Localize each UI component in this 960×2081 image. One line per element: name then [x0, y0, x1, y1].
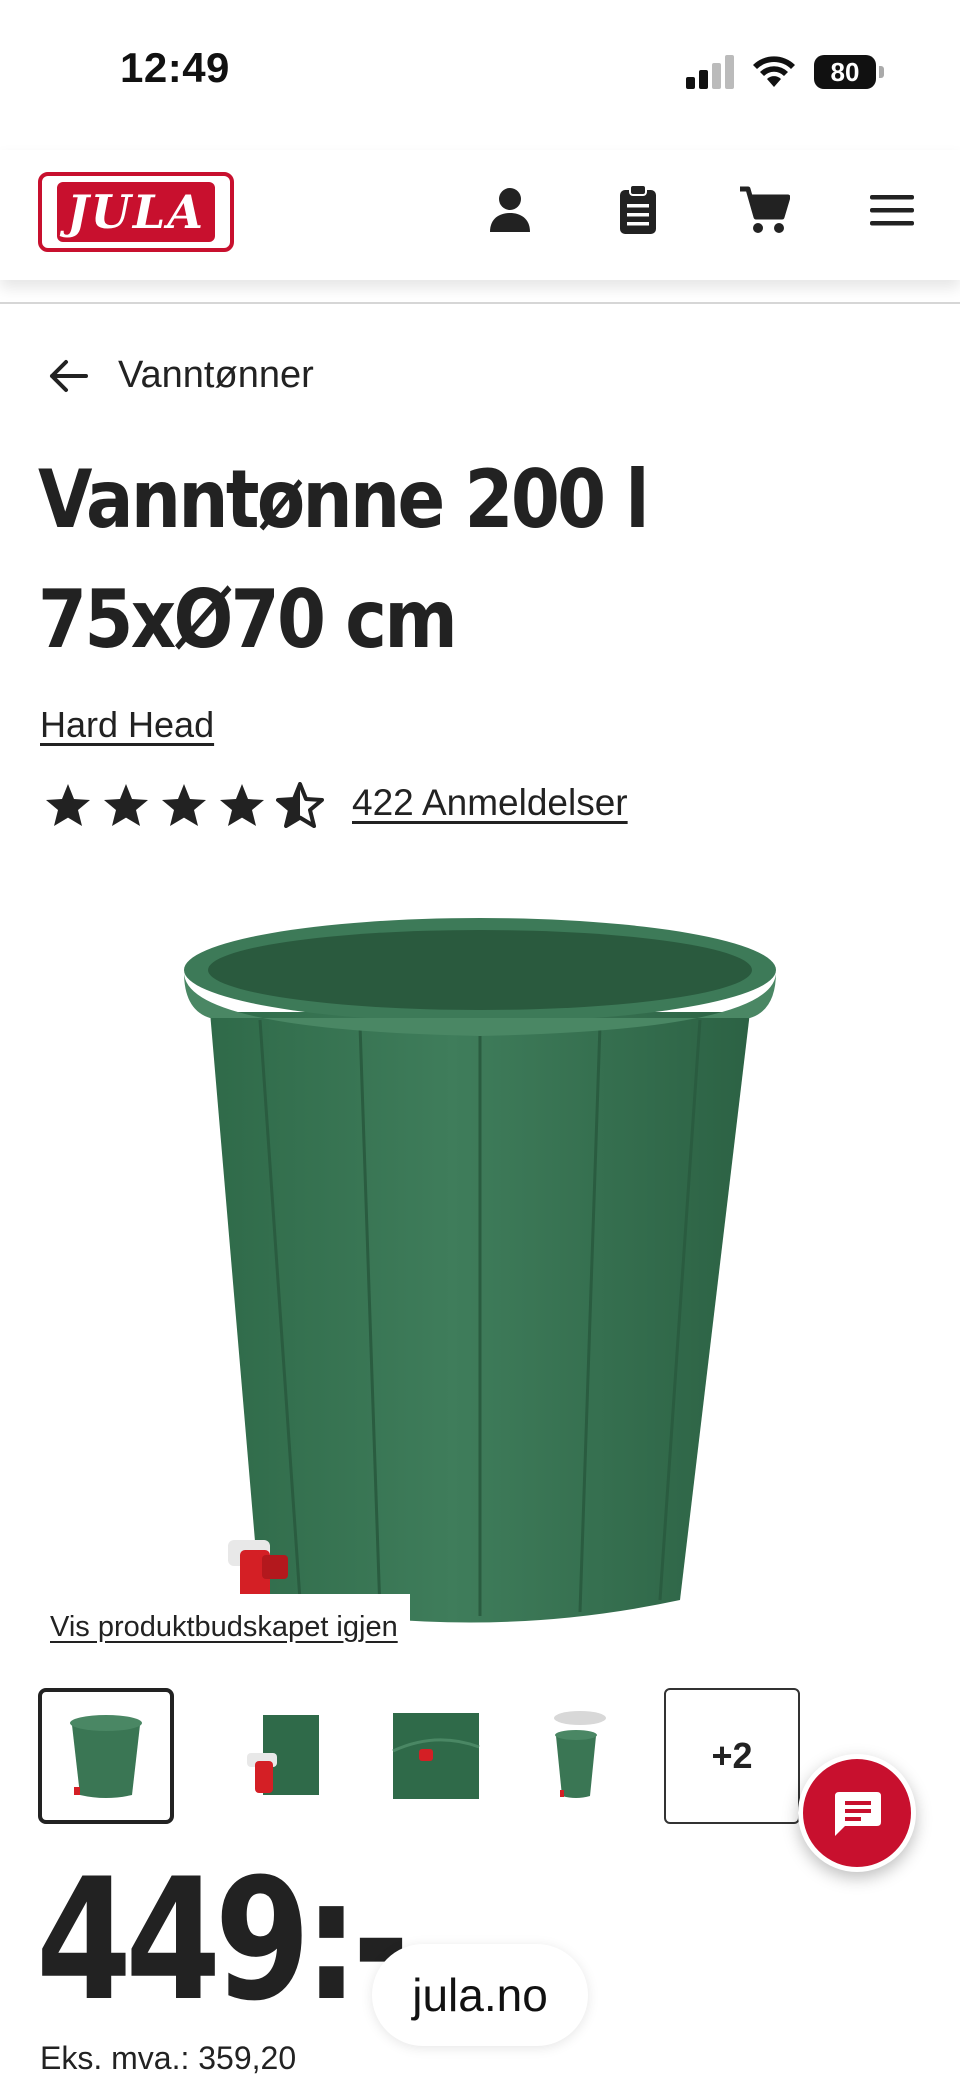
menu-icon: [870, 195, 914, 226]
header-divider: [0, 302, 960, 304]
thumbnail-1[interactable]: [38, 1688, 174, 1824]
jula-logo[interactable]: JULA: [38, 172, 234, 252]
url-pill[interactable]: jula.no: [372, 1944, 588, 2046]
star-full-icon: [46, 784, 90, 826]
battery-indicator: 80: [814, 55, 884, 89]
barrel-lid-thumbnail: [554, 1711, 606, 1798]
reviews-link[interactable]: 422 Anmeldelser: [352, 782, 628, 824]
signal-icon: [686, 55, 734, 89]
cart-button[interactable]: [734, 180, 794, 240]
star-half-icon: [276, 782, 324, 828]
star-full-icon: [220, 784, 264, 826]
detail-thumbnail: [392, 1713, 480, 1799]
thumbnail-3[interactable]: [368, 1688, 504, 1824]
clipboard-icon: [620, 184, 656, 234]
brand-link[interactable]: Hard Head: [40, 704, 214, 746]
logo-text: JULA: [57, 182, 215, 242]
thumbnail-2[interactable]: [210, 1688, 346, 1824]
more-images-button[interactable]: +2: [664, 1688, 800, 1824]
star-full-icon: [162, 784, 206, 826]
menu-button[interactable]: [862, 180, 922, 240]
cart-icon: [740, 186, 790, 233]
show-product-message-link[interactable]: Vis produktbudskapet igjen: [38, 1594, 410, 1660]
status-icons: 80: [686, 52, 884, 92]
product-title: Vanntønne 200 l 75xØ70 cm: [38, 453, 650, 666]
user-icon: [490, 188, 530, 232]
star-full-icon: [104, 784, 148, 826]
rating-stars[interactable]: [44, 782, 324, 828]
chat-button[interactable]: [798, 1754, 916, 1872]
back-arrow-icon[interactable]: [46, 354, 90, 398]
barrel-thumbnail: [70, 1715, 142, 1798]
tap-thumbnail: [247, 1715, 319, 1795]
breadcrumb-link[interactable]: Vanntønner: [118, 354, 314, 397]
wifi-icon: [753, 56, 795, 87]
shopping-list-button[interactable]: [608, 180, 668, 240]
account-button[interactable]: [480, 180, 540, 240]
product-image[interactable]: [170, 900, 790, 1630]
chat-icon: [835, 1792, 881, 1836]
price-ex-vat: Eks. mva.: 359,20: [40, 2040, 297, 2076]
status-time: 12:49: [120, 44, 230, 91]
thumbnail-4[interactable]: [508, 1688, 644, 1824]
price: 449:-: [36, 1842, 410, 2038]
